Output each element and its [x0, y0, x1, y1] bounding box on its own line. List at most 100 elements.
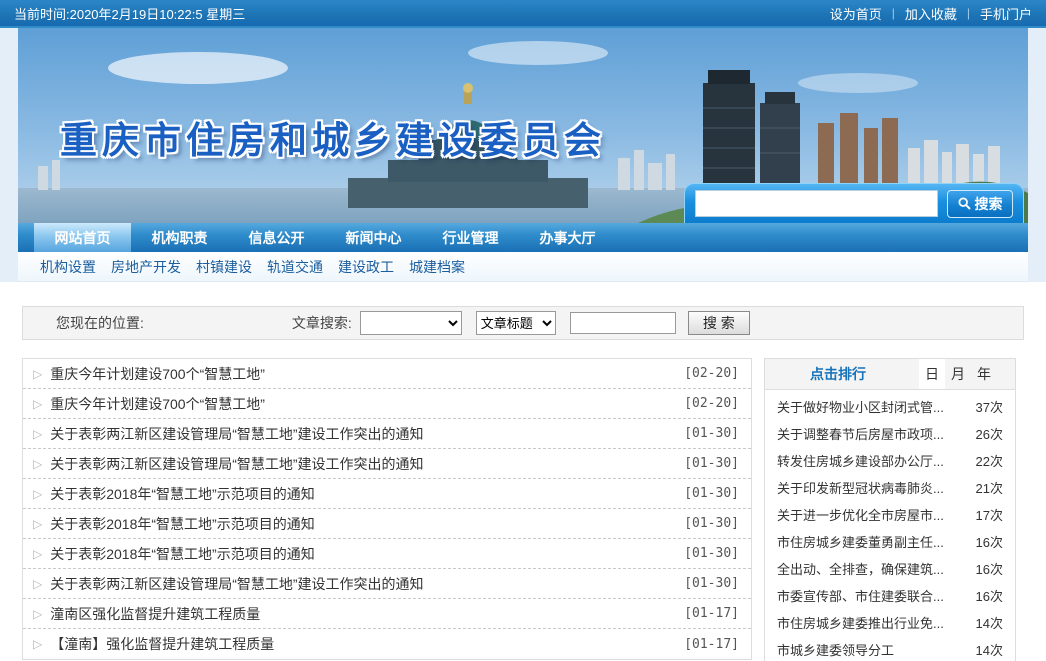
nav-item-行业管理[interactable]: 行业管理 — [422, 223, 519, 252]
rank-count: 22次 — [976, 451, 1003, 470]
banner-search-button[interactable]: 搜索 — [947, 190, 1013, 218]
rank-count: 14次 — [976, 613, 1003, 632]
article-date: [01-17] — [684, 606, 739, 621]
ranking-panel: 点击排行 日月年 关于做好物业小区封闭式管...37次关于调整春节后房屋市政项.… — [764, 358, 1016, 661]
rank-row: 市住房城乡建委推出行业免... 14次 — [765, 609, 1015, 636]
rank-row: 关于调整春节后房屋市政项... 26次 — [765, 420, 1015, 447]
subnav-item-村镇建设[interactable]: 村镇建设 — [196, 257, 252, 277]
rank-count: 16次 — [976, 532, 1003, 551]
triangle-bullet-icon: ▷ — [33, 427, 42, 441]
article-row: ▷关于表彰两江新区建设管理局“智慧工地”建设工作突出的通知[01-30] — [23, 449, 751, 479]
article-date: [01-30] — [684, 546, 739, 561]
article-date: [02-20] — [684, 396, 739, 411]
rank-tab-年[interactable]: 年 — [971, 359, 997, 389]
article-row: ▷关于表彰2018年“智慧工地”示范项目的通知[01-30] — [23, 539, 751, 569]
article-search-button[interactable]: 搜 索 — [688, 311, 750, 335]
nav-item-信息公开[interactable]: 信息公开 — [228, 223, 325, 252]
article-list: ▷ 重庆今年计划建设700个“智慧工地” [02-20] ▷ 重庆今年计划建设700个“… — [22, 358, 752, 660]
topbar-link-3[interactable]: 手机门户 — [980, 4, 1032, 23]
rank-tab-日[interactable]: 日 — [919, 359, 945, 389]
article-row: ▷ 关于表彰2018年“智慧工地”示范项目的通知 [01-30] — [23, 509, 751, 539]
subnav-item-机构设置[interactable]: 机构设置 — [40, 257, 96, 277]
rank-row: 关于进一步优化全市房屋市...17次 — [765, 501, 1015, 528]
location-label: 您现在的位置: — [56, 313, 144, 333]
article-link[interactable]: 重庆今年计划建设700个“智慧工地” — [50, 364, 674, 384]
rank-count: 14次 — [976, 640, 1003, 659]
category-select[interactable] — [360, 311, 462, 335]
rank-count: 26次 — [976, 424, 1003, 443]
rank-count: 37次 — [976, 397, 1003, 416]
topbar-separator: | — [967, 6, 970, 20]
rank-item-link[interactable]: 关于调整春节后房屋市政项... — [777, 424, 970, 443]
article-row: ▷ 关于表彰两江新区建设管理局“智慧工地”建设工作突出的通知 [01-30] — [23, 419, 751, 449]
nav-item-网站首页[interactable]: 网站首页 — [34, 223, 131, 252]
article-date: [02-20] — [684, 366, 739, 381]
rank-item-link[interactable]: 市住房城乡建委董勇副主任... — [777, 532, 970, 551]
rank-item-link[interactable]: 市住房城乡建委推出行业免... — [777, 613, 970, 632]
current-time: 当前时间:2020年2月19日10:22:5 星期三 — [14, 4, 245, 23]
ranking-tabs: 日月年 — [919, 359, 997, 389]
article-date: [01-30] — [684, 516, 739, 531]
nav-item-办事大厅[interactable]: 办事大厅 — [519, 223, 616, 252]
article-date: [01-30] — [684, 456, 739, 471]
rank-item-link[interactable]: 全出动、全排查，确保建筑... — [777, 559, 970, 578]
page-zone: 重庆市住房和城乡建设委员会 搜索 网站首页机构职责信息公开新闻中心行业管理办事大… — [0, 28, 1046, 282]
triangle-bullet-icon: ▷ — [33, 637, 42, 651]
topbar: 当前时间:2020年2月19日10:22:5 星期三 设为首页 | 加入收藏 | 手机门… — [0, 0, 1046, 28]
rank-tab-月[interactable]: 月 — [945, 359, 971, 389]
article-link[interactable]: 【潼南】强化监督提升建筑工程质量 — [50, 634, 674, 654]
nav-item-机构职责[interactable]: 机构职责 — [131, 223, 228, 252]
banner-search-panel: 搜索 — [684, 183, 1024, 223]
rank-item-link[interactable]: 关于进一步优化全市房屋市... — [777, 505, 970, 524]
rank-row: 市住房城乡建委董勇副主任... 16次 — [765, 528, 1015, 555]
keyword-input[interactable] — [570, 312, 676, 334]
article-row: ▷关于表彰两江新区建设管理局“智慧工地”建设工作突出的通知[01-30] — [23, 569, 751, 599]
article-link[interactable]: 潼南区强化监督提升建筑工程质量 — [50, 604, 674, 624]
topbar-link-1[interactable]: 设为首页 — [830, 4, 882, 23]
article-link[interactable]: 关于表彰两江新区建设管理局“智慧工地”建设工作突出的通知 — [50, 424, 674, 444]
triangle-bullet-icon: ▷ — [33, 517, 42, 531]
ranking-list: 关于做好物业小区封闭式管...37次关于调整春节后房屋市政项...26次转发住房… — [765, 390, 1015, 661]
topbar-separator: | — [892, 6, 895, 20]
article-row: ▷ 【潼南】强化监督提升建筑工程质量 [01-17] — [23, 629, 751, 659]
article-date: [01-30] — [684, 426, 739, 441]
article-link[interactable]: 关于表彰2018年“智慧工地”示范项目的通知 — [50, 544, 674, 564]
subnav-item-城建档案[interactable]: 城建档案 — [409, 257, 465, 277]
rank-item-link[interactable]: 市委宣传部、市住建委联合... — [777, 586, 970, 605]
article-row: ▷ 重庆今年计划建设700个“智慧工地” [02-20] — [23, 359, 751, 389]
article-link[interactable]: 关于表彰2018年“智慧工地”示范项目的通知 — [50, 514, 674, 534]
rank-row: 转发住房城乡建设部办公厅... 22次 — [765, 447, 1015, 474]
article-row: ▷关于表彰2018年“智慧工地”示范项目的通知[01-30] — [23, 479, 751, 509]
rank-row: 全出动、全排查，确保建筑... 16次 — [765, 555, 1015, 582]
subnav-item-房地产开发[interactable]: 房地产开发 — [111, 257, 181, 277]
rank-row: 市委宣传部、市住建委联合...16次 — [765, 582, 1015, 609]
ranking-header: 点击排行 日月年 — [765, 359, 1015, 390]
article-date: [01-30] — [684, 576, 739, 591]
rank-item-link[interactable]: 转发住房城乡建设部办公厅... — [777, 451, 970, 470]
article-link[interactable]: 关于表彰两江新区建设管理局“智慧工地”建设工作突出的通知 — [50, 454, 674, 474]
article-link[interactable]: 关于表彰2018年“智慧工地”示范项目的通知 — [50, 484, 674, 504]
triangle-bullet-icon: ▷ — [33, 367, 42, 381]
article-row: ▷重庆今年计划建设700个“智慧工地”[02-20] — [23, 389, 751, 419]
triangle-bullet-icon: ▷ — [33, 607, 42, 621]
nav-item-新闻中心[interactable]: 新闻中心 — [325, 223, 422, 252]
rank-item-link[interactable]: 关于印发新型冠状病毒肺炎... — [777, 478, 970, 497]
rank-item-link[interactable]: 市城乡建委领导分工 — [777, 640, 970, 659]
main-nav: 网站首页机构职责信息公开新闻中心行业管理办事大厅 — [18, 223, 1028, 252]
subnav-item-轨道交通[interactable]: 轨道交通 — [267, 257, 323, 277]
banner-search-input[interactable] — [695, 190, 938, 217]
rank-count: 21次 — [976, 478, 1003, 497]
rank-row: 市城乡建委领导分工 14次 — [765, 636, 1015, 661]
article-date: [01-17] — [684, 637, 739, 652]
location-toolbar: 您现在的位置: 文章搜索: 文章标题 搜 索 — [22, 306, 1024, 340]
site-title: 重庆市住房和城乡建设委员会 — [60, 110, 606, 164]
rank-item-link[interactable]: 关于做好物业小区封闭式管... — [777, 397, 970, 416]
subnav-item-建设政工[interactable]: 建设政工 — [338, 257, 394, 277]
triangle-bullet-icon: ▷ — [33, 487, 42, 501]
banner: 重庆市住房和城乡建设委员会 搜索 — [18, 28, 1028, 223]
article-link[interactable]: 关于表彰两江新区建设管理局“智慧工地”建设工作突出的通知 — [50, 574, 674, 594]
field-select[interactable]: 文章标题 — [476, 311, 556, 335]
rank-count: 16次 — [976, 559, 1003, 578]
topbar-link-2[interactable]: 加入收藏 — [905, 4, 957, 23]
article-link[interactable]: 重庆今年计划建设700个“智慧工地” — [50, 394, 674, 414]
